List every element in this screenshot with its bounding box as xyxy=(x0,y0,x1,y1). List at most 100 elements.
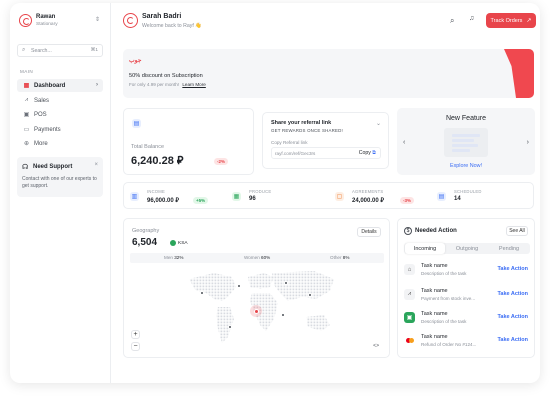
chevron-right-icon: › xyxy=(96,82,98,88)
copy-button[interactable]: Copy ⧉ xyxy=(359,150,376,157)
country-chip: KSA xyxy=(170,240,188,246)
task-title: Task name xyxy=(421,311,448,317)
app-window: Rawan Stationary ⇕ ⌕ Search... ⌘1 MAIN ▦… xyxy=(10,3,540,383)
needed-action-title: Needed Action xyxy=(415,228,457,234)
sidebar-item-label: More xyxy=(34,140,48,147)
stat-value: 24,000.00 ⃁ xyxy=(352,198,384,204)
sidebar: Rawan Stationary ⇕ ⌕ Search... ⌘1 MAIN ▦… xyxy=(10,3,111,383)
map-marker-ksa[interactable] xyxy=(250,305,262,317)
take-action-link[interactable]: Take Action xyxy=(497,291,528,297)
promo-banner: جوب 50% discount on Subscription For onl… xyxy=(123,49,534,98)
map-marker[interactable] xyxy=(228,325,232,329)
support-text: Contact with one of our experts to get s… xyxy=(22,176,97,189)
sidebar-item-label: Sales xyxy=(34,97,50,104)
search-input[interactable]: ⌕ Search... ⌘1 xyxy=(17,44,103,57)
referral-link-field[interactable]: rayf.com/ref/Gec3rs Copy ⧉ xyxy=(271,147,381,159)
copy-button-label: Copy xyxy=(358,150,371,156)
user-avatar[interactable] xyxy=(123,13,138,28)
feature-title: New Feature xyxy=(445,115,487,122)
chevron-right-icon[interactable]: › xyxy=(527,139,529,146)
task-title: Task name xyxy=(421,263,448,269)
map-marker[interactable] xyxy=(281,313,285,317)
take-action-link[interactable]: Take Action xyxy=(497,266,528,272)
promo-decoration xyxy=(504,49,534,98)
zoom-out-button[interactable]: − xyxy=(131,342,140,351)
stat-badge: -3% xyxy=(400,197,415,204)
geography-card: Geography 6,504 KSA Details Men 32% Wome… xyxy=(123,218,390,358)
chevron-down-icon[interactable]: ⌄ xyxy=(376,120,381,127)
take-action-link[interactable]: Take Action xyxy=(497,337,528,343)
segment-other: Other 8% xyxy=(330,255,350,260)
trend-icon: ⩘ xyxy=(404,289,415,300)
search-icon: ⌕ xyxy=(22,47,26,53)
sidebar-item-label: POS xyxy=(34,111,47,118)
explore-now-link[interactable]: Explore Now! xyxy=(397,163,535,169)
task-item: ⩘ Task name Payment from stock inve... T… xyxy=(404,285,528,305)
referral-link: rayf.com/ref/Gec3rs xyxy=(275,151,316,156)
sidebar-item-sales[interactable]: ⩘ Sales xyxy=(17,94,103,107)
card-icon: ▭ xyxy=(23,127,30,133)
total-balance-card: ▤ Total Balance 6,240.28 ⃁ -2% xyxy=(123,108,254,175)
details-button[interactable]: Details xyxy=(357,227,381,237)
search-icon[interactable]: ⌕ xyxy=(450,16,454,26)
store-icon: ▣ xyxy=(404,312,415,323)
sidebar-item-more[interactable]: ⊕ More xyxy=(17,137,103,150)
section-label: MAIN xyxy=(20,69,34,74)
task-desc: Description of the task xyxy=(421,319,467,324)
brand-subtitle: Stationary xyxy=(36,22,58,27)
track-orders-button[interactable]: Track Orders ↗ xyxy=(486,13,536,28)
wallet-icon: ▤ xyxy=(132,119,141,128)
dollar-icon: $ xyxy=(404,227,412,235)
promo-headline: 50% discount on Subscription xyxy=(129,73,203,79)
referral-subtitle: GET REWARDS ONCE SHARED! xyxy=(271,128,343,133)
task-desc: Refund of Order No #124... xyxy=(421,342,477,347)
tab-incoming[interactable]: Incoming xyxy=(405,243,445,254)
map-marker[interactable] xyxy=(237,284,241,288)
more-icon: ⊕ xyxy=(23,141,30,147)
sidebar-item-label: Dashboard xyxy=(34,82,66,89)
sidebar-item-dashboard[interactable]: ▦ Dashboard › xyxy=(17,79,103,92)
map-marker[interactable] xyxy=(284,281,288,285)
sidebar-item-pos[interactable]: ▣ POS xyxy=(17,108,103,121)
tab-pending[interactable]: Pending xyxy=(489,243,529,254)
map-marker[interactable] xyxy=(308,293,312,297)
income-icon: ▥ xyxy=(130,192,139,201)
copy-referral-label: Copy Referral link xyxy=(271,140,308,145)
grid-icon: ▦ xyxy=(23,83,30,89)
track-orders-label: Track Orders xyxy=(490,17,523,24)
stat-label: INCOME xyxy=(147,189,165,194)
calendar-icon: ▤ xyxy=(437,192,446,201)
see-all-button[interactable]: See All xyxy=(506,226,528,236)
tab-outgoing[interactable]: Outgoing xyxy=(447,243,487,254)
referral-title: Share your referral link xyxy=(271,120,332,126)
promo-subtext-row: For only 4.99 per month! Learn More xyxy=(129,82,206,87)
produce-icon: ▦ xyxy=(232,192,241,201)
learn-more-link[interactable]: Learn More xyxy=(182,82,206,87)
take-action-link[interactable]: Take Action xyxy=(497,314,528,320)
embed-button[interactable]: <> xyxy=(373,343,379,349)
chart-icon: ⩘ xyxy=(24,97,29,103)
task-title: Task name xyxy=(421,334,448,340)
promo-logo: جوب xyxy=(129,58,142,64)
switch-store-icon[interactable]: ⇕ xyxy=(95,16,100,23)
bank-icon: ⌂ xyxy=(404,264,415,275)
stat-label: AGREEMENTS xyxy=(352,189,384,194)
task-item: ⌂ Task name Description of the task Take… xyxy=(404,260,528,280)
support-card: ☊ Need Support × Contact with one of our… xyxy=(17,157,103,197)
close-icon[interactable]: × xyxy=(94,162,98,168)
map-marker[interactable] xyxy=(200,291,204,295)
stat-agreements: ▢ AGREEMENTS 24,000.00 ⃁ -3% xyxy=(335,189,431,205)
balance-change-badge: -2% xyxy=(214,158,229,165)
sidebar-item-payments[interactable]: ▭ Payments xyxy=(17,123,103,136)
segment-women: Women 60% xyxy=(244,255,271,260)
chevron-left-icon[interactable]: ‹ xyxy=(403,139,405,146)
bell-icon[interactable]: ♫ xyxy=(469,15,474,22)
user-name: Sarah Badri xyxy=(142,13,182,20)
world-map xyxy=(184,267,344,349)
feature-illustration xyxy=(444,128,488,157)
search-shortcut: ⌘1 xyxy=(90,48,98,53)
task-desc: Description of the task xyxy=(421,271,467,276)
sidebar-item-label: Payments xyxy=(34,126,61,133)
zoom-in-button[interactable]: + xyxy=(131,330,140,339)
action-tabs: Incoming Outgoing Pending xyxy=(404,243,530,254)
